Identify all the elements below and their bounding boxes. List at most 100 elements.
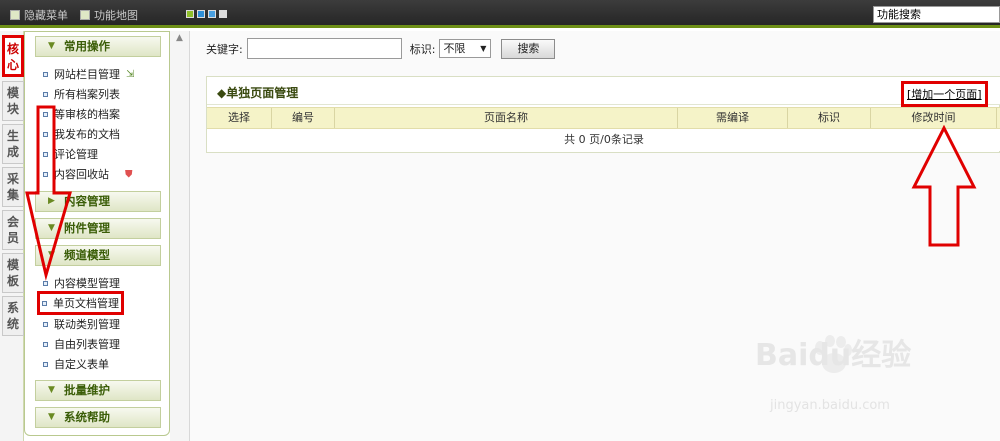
single-page-panel: ◆单独页面管理 [增加一个页面] 选择 编号 页面名称 需编译 标识 修改时间 … [206, 76, 1000, 153]
panel-header: ◆单独页面管理 [增加一个页面] [207, 77, 1000, 107]
map-icon [80, 10, 90, 20]
theme-swatch-green[interactable] [186, 10, 194, 18]
panel-title: ◆单独页面管理 [217, 86, 299, 100]
collapse-icon: ▼ [48, 41, 55, 51]
bullet-icon [43, 71, 48, 77]
tag-label: 标识: [409, 42, 436, 56]
sidebar-item-linkage[interactable]: 联动类别管理 [43, 316, 120, 332]
sidebar-item-free-list[interactable]: 自由列表管理 [43, 336, 120, 352]
sidebar-item-label: 联动类别管理 [54, 318, 120, 331]
collapse-icon: ▼ [48, 223, 55, 233]
tab-generate[interactable]: 生成 [2, 124, 24, 164]
sidebar-item-label: 内容模型管理 [54, 277, 120, 290]
section-channel-models[interactable]: ▼ 频道模型 [35, 245, 161, 266]
collapse-icon: ▼ [48, 385, 55, 395]
tab-system[interactable]: 系统 [2, 296, 24, 336]
bullet-icon [43, 280, 48, 286]
bullet-icon [43, 131, 48, 137]
sidebar-item-my-docs[interactable]: 我发布的文档 [43, 126, 120, 142]
function-map-label: 功能地图 [94, 9, 138, 22]
sidebar-item-label: 我发布的文档 [54, 128, 120, 141]
theme-swatch-gray[interactable] [219, 10, 227, 18]
tab-collect[interactable]: 采集 [2, 167, 24, 207]
column-tag[interactable]: 标识 [788, 108, 871, 128]
function-search-input[interactable]: 功能搜索 [873, 6, 1000, 23]
section-help-label: 系统帮助 [64, 410, 110, 424]
section-content[interactable]: ▶ 内容管理 [35, 191, 161, 212]
add-icon[interactable]: ⇲ [126, 69, 134, 80]
column-select[interactable]: 选择 [207, 108, 272, 128]
sidebar-item-label: 评论管理 [54, 148, 98, 161]
sidebar-item-single-page[interactable]: 单页文档管理 [37, 291, 124, 315]
keyword-label: 关键字: [206, 42, 243, 56]
bullet-icon [43, 321, 48, 327]
sidebar-item-label: 内容回收站 [54, 168, 109, 181]
sidebar-item-recycle[interactable]: 内容回收站 ⛊ [43, 166, 133, 182]
main-content: 关键字: 标识: 不限 ▼ 搜索 ◆单独页面管理 [增加一个页面] 选择 编号 … [190, 31, 1000, 441]
search-button[interactable]: 搜索 [501, 38, 556, 59]
bullet-icon [42, 300, 47, 306]
section-attachments[interactable]: ▼ 附件管理 [35, 218, 161, 239]
module-tabs: 核心 模块 生成 采集 会员 模板 系统 [0, 31, 24, 441]
tab-members[interactable]: 会员 [2, 210, 24, 250]
sidebar-item-content-models[interactable]: 内容模型管理 [43, 275, 120, 291]
theme-swatch-blue[interactable] [197, 10, 205, 18]
sidebar-item-pending[interactable]: 等审核的档案 [43, 106, 120, 122]
function-map-link[interactable]: 功能地图 [80, 7, 138, 23]
sidebar-splitter[interactable]: ▲ [170, 31, 190, 441]
section-common-label: 常用操作 [64, 39, 110, 53]
sidebar-item-label: 自由列表管理 [54, 338, 120, 351]
tab-modules[interactable]: 模块 [2, 81, 24, 121]
menu-icon [10, 10, 20, 20]
sidebar-item-columns[interactable]: 网站栏目管理 ⇲ [43, 66, 134, 82]
sidebar-item-all-archives[interactable]: 所有档案列表 [43, 86, 120, 102]
watermark-url: jingyan.baidu.com [770, 398, 890, 413]
bullet-icon [43, 341, 48, 347]
keyword-input[interactable] [246, 38, 402, 59]
chevron-down-icon: ▼ [480, 44, 487, 53]
section-batch-label: 批量维护 [64, 383, 110, 397]
collapse-up-icon[interactable]: ▲ [176, 33, 183, 43]
column-compile[interactable]: 需编译 [678, 108, 788, 128]
bullet-icon [43, 151, 48, 157]
sidebar-item-custom-form[interactable]: 自定义表单 [43, 356, 109, 372]
add-page-link[interactable]: [增加一个页面] [901, 81, 988, 107]
watermark-brand: Baidu经验 [755, 338, 912, 373]
section-channel-models-label: 频道模型 [64, 248, 110, 262]
hide-menu-link[interactable]: 隐藏菜单 [10, 7, 68, 23]
section-content-label: 内容管理 [64, 194, 110, 208]
clear-icon[interactable]: ⛊ [125, 169, 133, 180]
sidebar-item-label: 等审核的档案 [54, 108, 120, 121]
sidebar-item-label: 所有档案列表 [54, 88, 120, 101]
search-bar: 关键字: 标识: 不限 ▼ 搜索 [206, 38, 556, 59]
bullet-icon [43, 111, 48, 117]
section-common[interactable]: ▼ 常用操作 [35, 36, 161, 57]
tag-select[interactable]: 不限 ▼ [439, 39, 492, 58]
tab-templates[interactable]: 模板 [2, 253, 24, 293]
sidebar: ▼ 常用操作 网站栏目管理 ⇲ 所有档案列表 等审核的档案 我发布的文档 评论管… [24, 31, 170, 436]
table-header: 选择 编号 页面名称 需编译 标识 修改时间 [207, 107, 1000, 129]
section-help[interactable]: ▼ 系统帮助 [35, 407, 161, 428]
tab-core[interactable]: 核心 [2, 35, 24, 77]
sidebar-item-label: 网站栏目管理 [54, 68, 120, 81]
section-attachments-label: 附件管理 [64, 221, 110, 235]
sidebar-item-label: 自定义表单 [54, 358, 109, 371]
expand-icon: ▶ [48, 196, 55, 206]
bullet-icon [43, 361, 48, 367]
sidebar-item-comments[interactable]: 评论管理 [43, 146, 98, 162]
section-batch[interactable]: ▼ 批量维护 [35, 380, 161, 401]
table-footer: 共 0 页/0条记录 [207, 129, 1000, 151]
column-page-name[interactable]: 页面名称 [335, 108, 678, 128]
collapse-icon: ▼ [48, 412, 55, 422]
hide-menu-label: 隐藏菜单 [24, 9, 68, 22]
column-id[interactable]: 编号 [272, 108, 335, 128]
theme-swatches [186, 10, 227, 18]
top-bar: 隐藏菜单 功能地图 功能搜索 [0, 0, 1000, 28]
bullet-icon [43, 91, 48, 97]
theme-swatch-lightblue[interactable] [208, 10, 216, 18]
collapse-icon: ▼ [48, 250, 55, 260]
column-modified[interactable]: 修改时间 [871, 108, 997, 128]
sidebar-item-label: 单页文档管理 [53, 297, 119, 310]
bullet-icon [43, 171, 48, 177]
tag-select-value: 不限 [443, 42, 466, 55]
